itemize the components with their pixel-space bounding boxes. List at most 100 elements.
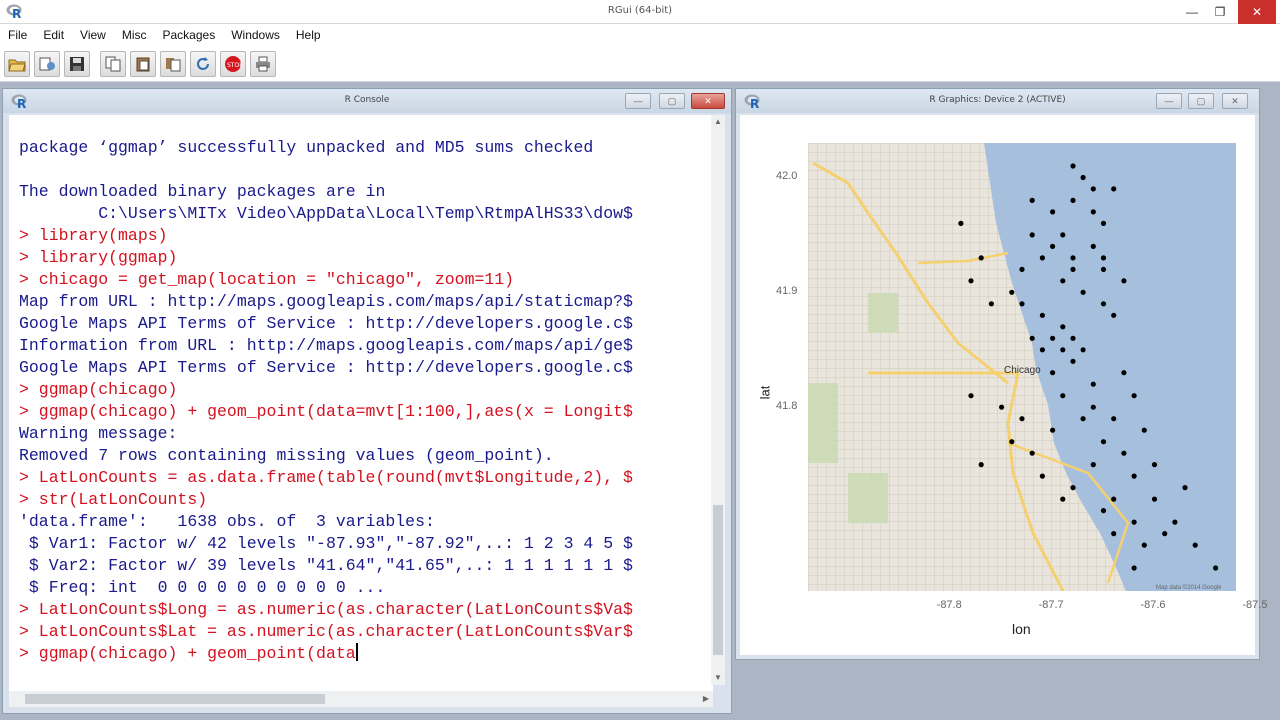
menu-file[interactable]: File [8, 28, 27, 42]
graphics-close-button[interactable]: ✕ [1222, 93, 1248, 109]
save-button[interactable] [64, 50, 90, 77]
menu-help[interactable]: Help [296, 28, 321, 42]
data-point [1070, 335, 1076, 341]
scroll-right-icon[interactable]: ▶ [699, 691, 713, 707]
data-point [1100, 266, 1107, 272]
paste-button[interactable] [130, 50, 156, 77]
scrollbar-thumb[interactable] [25, 694, 325, 704]
data-point [1060, 347, 1066, 353]
console-output-line: $ Freq: int 0 0 0 0 0 0 0 0 0 0 ... [19, 578, 386, 597]
console-command-line: > LatLonCounts$Long = as.numeric(as.char… [19, 600, 633, 619]
console-output-line: Map from URL : http://maps.googleapis.co… [19, 292, 633, 311]
menu-misc[interactable]: Misc [122, 28, 147, 42]
console-output-line: $ Var2: Factor w/ 39 levels "41.64","41.… [19, 556, 633, 575]
x-tick-label: -87.8 [936, 599, 962, 611]
print-button[interactable] [250, 50, 276, 77]
r-console-window: R R Console — ▢ ✕ package ‘ggmap’ succes… [2, 88, 732, 714]
data-point [1029, 232, 1035, 238]
data-point [1060, 496, 1066, 502]
x-tick-label: -87.7 [1038, 599, 1064, 611]
console-output-line: Information from URL : http://maps.googl… [19, 336, 633, 355]
y-tick-label: 41.9 [776, 285, 798, 298]
scroll-up-icon[interactable]: ▲ [711, 115, 725, 129]
data-point [1100, 301, 1107, 307]
graphics-maximize-button[interactable]: ▢ [1188, 93, 1214, 109]
data-point [1039, 347, 1045, 353]
data-point [1060, 232, 1066, 238]
x-axis-label: lon [1012, 621, 1031, 637]
copy-icon [105, 56, 121, 71]
console-output-line: Removed 7 rows containing missing values… [19, 446, 554, 465]
menu-packages[interactable]: Packages [163, 28, 216, 42]
console-command-line: > library(maps) [19, 226, 168, 245]
data-point [1070, 197, 1076, 203]
graphics-titlebar[interactable]: R R Graphics: Device 2 (ACTIVE) — ▢ ✕ [736, 89, 1259, 113]
stop-button[interactable]: STOP [220, 50, 246, 77]
menu-windows[interactable]: Windows [231, 28, 280, 42]
data-point [1182, 485, 1188, 491]
data-point [1100, 508, 1107, 514]
data-point [1080, 416, 1086, 422]
console-vertical-scrollbar[interactable]: ▲ ▼ [711, 115, 725, 685]
data-point [1070, 266, 1076, 272]
data-point [968, 278, 974, 284]
graphics-device-window: R R Graphics: Device 2 (ACTIVE) — ▢ ✕ Ch… [735, 88, 1267, 660]
data-point [1080, 289, 1086, 295]
data-point [1029, 197, 1035, 203]
refresh-button[interactable] [190, 50, 216, 77]
park-area [808, 383, 838, 463]
data-point [958, 220, 964, 226]
menu-view[interactable]: View [80, 28, 106, 42]
data-point [1039, 312, 1045, 318]
data-point [1060, 278, 1066, 284]
console-input-line[interactable]: > ggmap(chicago) + geom_point(data [19, 643, 633, 665]
x-tick-label: -87.5 [1242, 599, 1268, 611]
graphics-minimize-button[interactable]: — [1156, 93, 1182, 109]
data-point [1100, 255, 1107, 261]
console-output-line: 'data.frame': 1638 obs. of 3 variables: [19, 512, 435, 531]
console-command-line: > LatLonCounts = as.data.frame(table(rou… [19, 468, 633, 487]
close-button[interactable]: ✕ [1238, 0, 1276, 24]
data-point [1029, 450, 1035, 456]
data-point [1192, 542, 1198, 548]
data-point [1111, 416, 1117, 422]
console-output[interactable]: package ‘ggmap’ successfully unpacked an… [9, 115, 713, 693]
data-point [1111, 531, 1117, 537]
data-point [968, 393, 974, 399]
y-tick-label: 41.8 [776, 400, 798, 413]
console-output-line: C:\Users\MITx Video\AppData\Local\Temp\R… [19, 204, 633, 223]
data-point [1131, 393, 1137, 399]
park-area [868, 293, 898, 333]
data-point [1060, 393, 1066, 399]
menu-edit[interactable]: Edit [43, 28, 64, 42]
console-minimize-button[interactable]: — [625, 93, 651, 109]
console-maximize-button[interactable]: ▢ [659, 93, 685, 109]
data-point [1050, 335, 1056, 341]
data-point [1090, 186, 1096, 192]
data-point [1151, 496, 1158, 502]
park-area [848, 473, 888, 523]
app-title: RGui (64-bit) [607, 5, 673, 16]
console-output-line: Google Maps API Terms of Service : http:… [19, 314, 633, 333]
data-point [1131, 565, 1137, 571]
minimize-button[interactable]: — [1178, 0, 1206, 24]
data-point [1111, 312, 1117, 318]
load-workspace-button[interactable] [34, 50, 60, 77]
console-close-button[interactable]: ✕ [691, 93, 725, 109]
console-titlebar[interactable]: R R Console — ▢ ✕ [3, 89, 731, 113]
console-horizontal-scrollbar[interactable]: ▶ [9, 691, 713, 707]
data-point [1141, 542, 1147, 548]
copy-button[interactable] [100, 50, 126, 77]
restore-button[interactable]: ❐ [1206, 0, 1234, 24]
data-point [1009, 439, 1015, 445]
scroll-down-icon[interactable]: ▼ [711, 671, 725, 685]
chicago-map-plot: Chicago Map data ©2014 Google [808, 143, 1236, 591]
open-script-button[interactable] [4, 50, 30, 77]
data-point [1090, 462, 1096, 468]
scrollbar-thumb[interactable] [713, 505, 723, 655]
copy-paste-button[interactable] [160, 50, 186, 77]
menu-bar: File Edit View Misc Packages Windows Hel… [0, 24, 1280, 46]
data-point [978, 255, 984, 261]
map-credit: Map data ©2014 Google [1156, 584, 1222, 591]
toolbar: STOP [0, 46, 1280, 82]
